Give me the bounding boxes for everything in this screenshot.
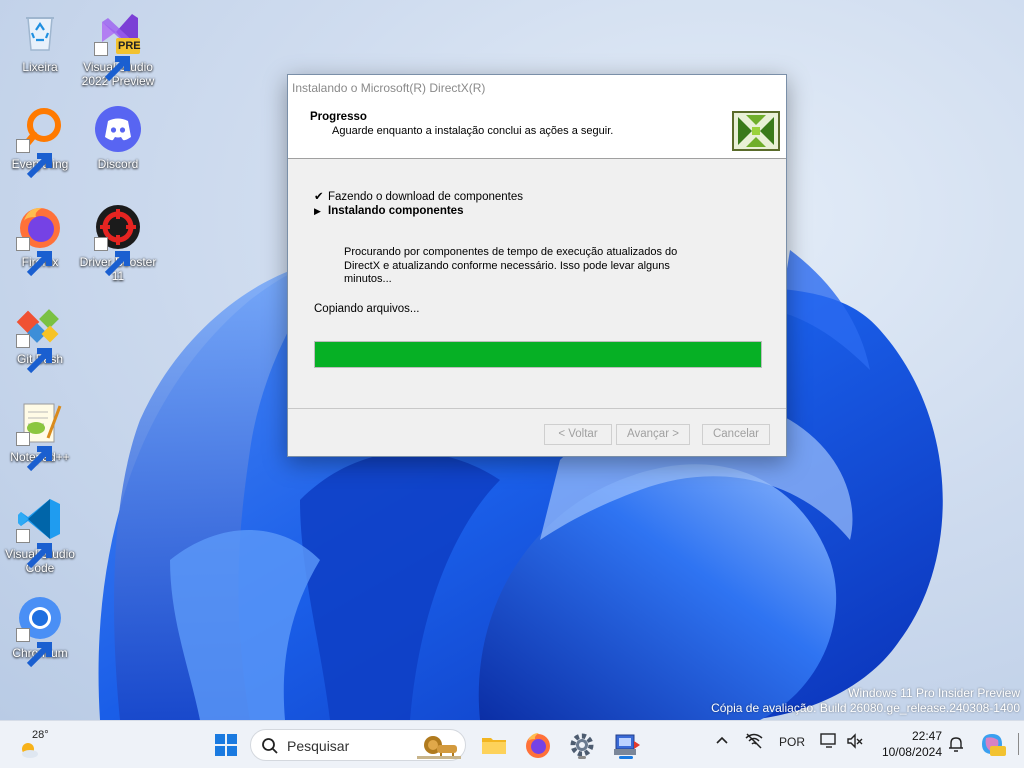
dialog-footer: < Voltar Avançar > Cancelar (288, 408, 786, 456)
recycle-bin-icon (16, 8, 64, 56)
watermark-build: Cópia de avaliação. Build 26080.ge_relea… (711, 701, 1020, 715)
dialog-body: ✔ Fazendo o download de componentes ▶ Inst… (288, 159, 786, 409)
chromium-icon (16, 594, 64, 668)
search-icon (262, 738, 278, 754)
desktop-icon-lixeira[interactable]: Lixeira (0, 8, 80, 74)
visual-studio-preview-icon: PRE (94, 8, 142, 82)
start-button[interactable] (210, 729, 242, 761)
show-hidden-icons-chevron-icon[interactable] (714, 733, 730, 752)
header-title: Progresso (310, 111, 367, 123)
shortcut-arrow-icon (94, 237, 130, 277)
shortcut-arrow-icon (16, 334, 52, 374)
folder-icon (482, 738, 506, 754)
progress-fill (315, 342, 761, 367)
clock-time: 22:47 (911, 729, 942, 743)
step-label: Instalando componentes (328, 205, 464, 217)
display-icon[interactable] (820, 732, 838, 753)
dialog-title[interactable]: Instalando o Microsoft(R) DirectX(R) (288, 75, 786, 101)
windows-watermark: Windows 11 Pro Insider Preview Cópia de … (711, 686, 1020, 716)
firefox-icon (16, 203, 64, 277)
directx-installer-dialog: Instalando o Microsoft(R) DirectX(R) Pro… (287, 74, 787, 457)
shortcut-arrow-icon (16, 139, 52, 179)
windows-logo-icon (215, 734, 237, 756)
firefox-icon (526, 733, 550, 758)
watermark-edition: Windows 11 Pro Insider Preview (848, 686, 1020, 700)
network-disconnected-icon[interactable] (744, 732, 764, 753)
desktop-icon-discord[interactable]: Discord (78, 105, 158, 171)
shortcut-arrow-icon (16, 628, 52, 668)
git-bash-icon (16, 300, 64, 374)
weather-widget[interactable]: 28° (14, 727, 54, 763)
taskbar-directx-setup[interactable] (610, 729, 642, 761)
desktop-icon-label: Lixeira (22, 60, 58, 74)
step-label: Fazendo o download de componentes (328, 191, 524, 203)
taskbar-settings[interactable] (566, 729, 598, 761)
desktop-icon-vscode[interactable]: Visual Studio Code (0, 495, 80, 575)
desktop-icon-driver-booster[interactable]: Driver Booster 11 (78, 203, 158, 283)
copilot-preview-icon[interactable] (978, 730, 1006, 761)
checkmark-icon: ✔ (314, 191, 324, 203)
status-text: Copiando arquivos... (314, 303, 420, 315)
shortcut-arrow-icon (16, 432, 52, 472)
taskbar-firefox[interactable] (522, 729, 554, 761)
running-indicator (619, 756, 633, 759)
search-placeholder: Pesquisar (287, 738, 350, 754)
show-desktop-edge[interactable] (1018, 733, 1019, 755)
shortcut-arrow-icon (94, 42, 130, 82)
desktop-icon-label: Discord (97, 157, 139, 171)
clock-date: 10/08/2024 (881, 745, 942, 759)
volume-muted-icon[interactable] (846, 732, 864, 753)
desktop-icon-visual-studio-preview[interactable]: PRE Visual Studio 2022 Preview (78, 8, 158, 88)
desktop-icon-git-bash[interactable]: Git Bash (0, 300, 80, 374)
driver-booster-icon (94, 203, 142, 277)
taskbar-search[interactable]: Pesquisar (250, 729, 466, 761)
weather-temperature: 28° (32, 729, 49, 741)
current-step-arrow-icon: ▶ (314, 206, 321, 216)
notification-bell-icon[interactable] (948, 735, 964, 756)
step-download: ✔ Fazendo o download de componentes (314, 189, 523, 203)
shortcut-arrow-icon (16, 529, 52, 569)
desktop-icon-firefox[interactable]: Firefox (0, 203, 80, 277)
desktop-icon-chromium[interactable]: Chromium (0, 594, 80, 668)
taskbar: 28° Pesquisar POR 22:47 10/08/2024 (0, 720, 1024, 768)
running-indicator (578, 756, 586, 759)
everything-search-icon (16, 105, 64, 179)
discord-icon (94, 105, 142, 153)
shortcut-arrow-icon (16, 237, 52, 277)
back-button[interactable]: < Voltar (544, 424, 612, 445)
desktop-icon-everything[interactable]: Everything (0, 105, 80, 179)
header-subtitle: Aguarde enquanto a instalação conclui as… (332, 125, 614, 137)
desktop-icon-notepad-plus-plus[interactable]: Notepad++ (0, 398, 80, 472)
search-highlight-lion-icon (417, 736, 461, 759)
directx-logo-icon (732, 111, 780, 151)
progress-bar (314, 341, 762, 368)
info-text: Procurando por componentes de tempo de e… (344, 246, 678, 285)
notepad-plus-plus-icon (16, 398, 64, 472)
next-button[interactable]: Avançar > (616, 424, 690, 445)
cancel-button[interactable]: Cancelar (702, 424, 770, 445)
dialog-header: Progresso Aguarde enquanto a instalação … (288, 101, 786, 159)
system-clock[interactable]: 22:47 10/08/2024 (872, 728, 942, 760)
vscode-icon (16, 495, 64, 569)
step-install: ▶ Instalando componentes (314, 205, 463, 217)
language-indicator[interactable]: POR (779, 735, 805, 749)
taskbar-file-explorer[interactable] (478, 729, 510, 761)
